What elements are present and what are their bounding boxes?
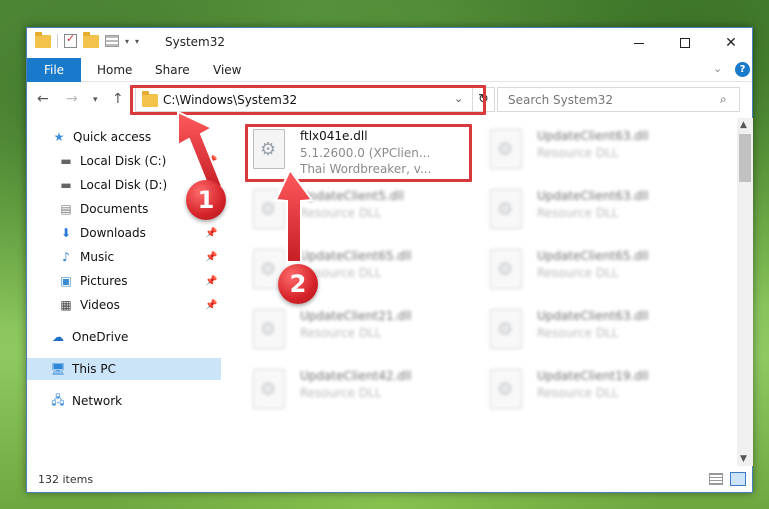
- arrow-step-2: [274, 168, 314, 263]
- callout-arrows: [177, 110, 314, 263]
- step-2-badge: 2: [278, 264, 318, 304]
- step-1-badge: 1: [186, 180, 226, 220]
- arrow-step-1: [177, 110, 224, 193]
